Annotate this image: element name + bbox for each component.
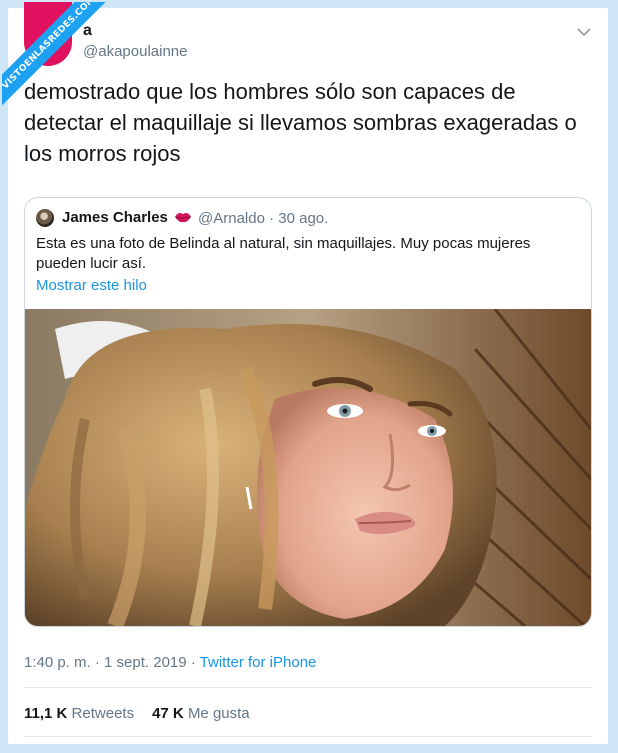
tweet-timestamp[interactable]: 1:40 p. m. · 1 sept. 2019 ·	[24, 654, 200, 671]
quoted-tweet[interactable]: James Charles @Arnaldo · 30 ago. Esta es…	[24, 197, 592, 627]
retweets-label: Retweets	[71, 705, 135, 722]
retweets-count: 11,1 K	[24, 705, 68, 722]
tweet-source-link[interactable]: Twitter for iPhone	[200, 654, 317, 671]
lips-icon	[175, 213, 191, 223]
tweet-meta: 1:40 p. m. · 1 sept. 2019 · Twitter for …	[24, 654, 316, 671]
divider-top	[24, 687, 592, 688]
divider-bottom	[24, 736, 592, 737]
tweet-stats: 11,1 K Retweets 47 K Me gusta	[24, 705, 250, 722]
show-thread-link[interactable]: Mostrar este hilo	[36, 277, 147, 294]
likes-stat[interactable]: 47 K Me gusta	[152, 705, 250, 722]
quoted-tweet-text: Esta es una foto de Belinda al natural, …	[36, 235, 531, 272]
quoted-author-avatar[interactable]	[36, 209, 54, 227]
quoted-author-handle[interactable]: @Arnaldo · 30 ago.	[198, 210, 328, 227]
chevron-down-icon[interactable]	[576, 24, 592, 40]
likes-label: Me gusta	[187, 705, 250, 722]
quoted-tweet-photo[interactable]	[25, 309, 591, 626]
watermark-ribbon: VISTOENLASREDES.COM	[2, 2, 122, 122]
quoted-author-name[interactable]: James Charles	[62, 209, 168, 226]
retweets-stat[interactable]: 11,1 K Retweets	[24, 705, 134, 722]
watermark-text: VISTOENLASREDES.COM	[2, 2, 117, 111]
likes-count: 47 K	[152, 705, 184, 722]
tweet-card: VISTOENLASREDES.COM a @akapoulainne demo…	[2, 2, 608, 744]
